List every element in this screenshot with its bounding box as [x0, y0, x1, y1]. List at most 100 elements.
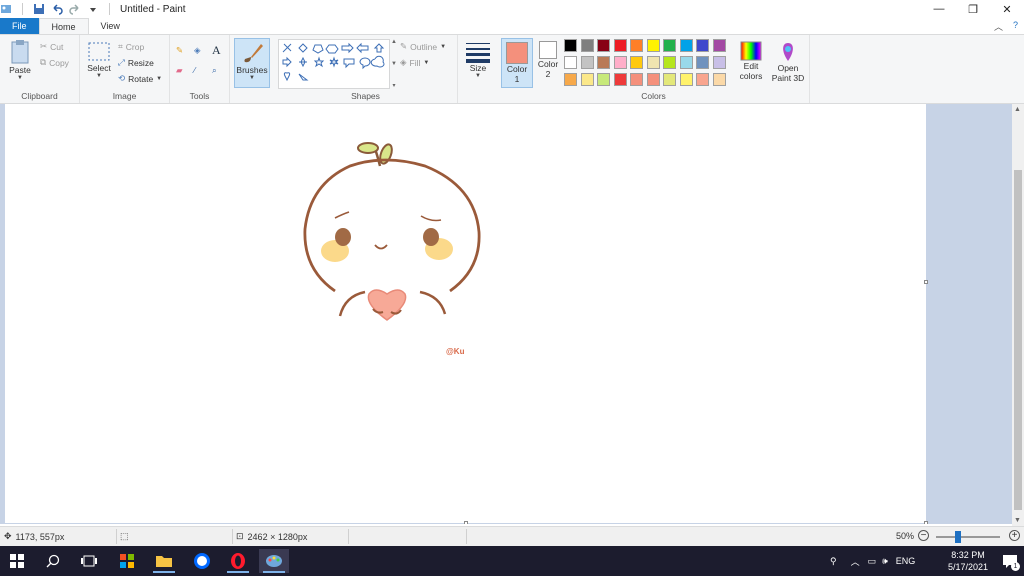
fill-tool[interactable]: ◈	[194, 45, 201, 56]
palette-color-swatch[interactable]	[597, 73, 610, 86]
palette-color-swatch[interactable]	[580, 56, 594, 69]
vertical-scrollbar[interactable]: ▲ ▼	[1012, 104, 1024, 526]
fill-button[interactable]: ◈ Fill ▼	[400, 57, 429, 68]
palette-color-swatch[interactable]	[646, 39, 660, 52]
palette-color-swatch[interactable]	[696, 56, 709, 69]
palette-color-swatch[interactable]	[597, 39, 610, 52]
color-picker-tool[interactable]: ⁄	[194, 65, 195, 75]
rotate-button[interactable]: ⟲ Rotate ▼	[118, 73, 162, 84]
color1-button[interactable]: Color 1	[501, 38, 533, 88]
paste-button[interactable]: Paste ▼	[6, 39, 34, 81]
palette-color-swatch[interactable]	[663, 73, 676, 86]
palette-color-swatch[interactable]	[679, 56, 693, 69]
zoom-in-button[interactable]: +	[1009, 530, 1020, 541]
customize-toolbar-icon[interactable]	[87, 3, 99, 15]
resize-handle-right[interactable]	[924, 280, 928, 284]
palette-color-swatch[interactable]	[679, 73, 693, 86]
palette-color-swatch[interactable]	[712, 39, 726, 52]
select-button[interactable]: Select ▼	[84, 41, 114, 79]
zoom-slider-thumb[interactable]	[955, 531, 962, 543]
copy-button[interactable]: ⧉ Copy	[40, 57, 69, 68]
undo-icon[interactable]	[51, 3, 63, 15]
windows-logo-icon	[10, 554, 24, 568]
palette-color-swatch[interactable]	[696, 39, 709, 52]
palette-color-swatch[interactable]	[663, 39, 676, 52]
tab-home[interactable]: Home	[38, 18, 89, 34]
show-hidden-icons-icon[interactable]: ︿	[851, 555, 860, 568]
palette-color-swatch[interactable]	[613, 39, 627, 52]
edit-colors-button[interactable]: Edit colors	[734, 41, 768, 81]
text-tool[interactable]: A	[212, 43, 221, 58]
zoom-slider[interactable]	[936, 531, 1000, 543]
outline-dropdown-icon: ▼	[440, 43, 447, 50]
outline-button[interactable]: ✎ Outline ▼	[400, 41, 446, 52]
zoom-out-button[interactable]: −	[918, 530, 929, 541]
palette-color-swatch[interactable]	[630, 56, 643, 69]
drawing-canvas[interactable]: @Ku	[5, 104, 928, 524]
taskbar-zalo[interactable]	[187, 549, 217, 573]
paint3d-line2: Paint 3D	[771, 73, 805, 83]
palette-color-swatch[interactable]	[564, 73, 577, 86]
palette-color-swatch[interactable]	[712, 56, 726, 69]
collapse-ribbon-icon[interactable]: ︿	[994, 20, 1003, 33]
taskbar-paint[interactable]	[259, 549, 289, 573]
task-view-button[interactable]	[74, 549, 104, 573]
palette-color-swatch[interactable]	[630, 73, 643, 86]
palette-color-swatch[interactable]	[630, 39, 643, 52]
open-paint3d-button[interactable]: Open Paint 3D	[768, 41, 808, 83]
close-button[interactable]: ✕	[990, 0, 1024, 18]
magnifier-tool[interactable]: ⌕	[212, 65, 217, 76]
language-indicator[interactable]: ENG	[896, 556, 916, 566]
cursor-position: ✥ 1173, 557px	[4, 531, 64, 542]
taskbar-file-explorer[interactable]	[149, 549, 179, 573]
paint-app-icon[interactable]	[0, 3, 12, 15]
volume-icon[interactable]: 🕪	[882, 556, 888, 567]
shapes-gallery[interactable]	[278, 39, 390, 89]
colors-group-label: Colors	[641, 91, 666, 101]
palette-color-swatch[interactable]	[646, 56, 660, 69]
tab-file[interactable]: File	[0, 18, 39, 34]
palette-color-swatch[interactable]	[712, 73, 726, 86]
cut-button[interactable]: ✂ Cut	[40, 41, 63, 52]
crop-button[interactable]: ⌗ Crop	[118, 41, 144, 52]
palette-color-swatch[interactable]	[564, 56, 577, 69]
eraser-tool[interactable]: ▰	[176, 65, 183, 76]
palette-color-swatch[interactable]	[696, 73, 709, 86]
palette-color-swatch[interactable]	[613, 56, 627, 69]
clock[interactable]: 8:32 PM 5/17/2021	[948, 549, 988, 573]
start-button[interactable]	[2, 549, 32, 573]
redo-icon[interactable]	[69, 3, 81, 15]
scrollbar-thumb[interactable]	[1014, 170, 1022, 510]
notifications-button[interactable]: 1	[1002, 553, 1020, 571]
fill-dropdown-icon: ▼	[423, 59, 430, 66]
divider	[466, 529, 467, 544]
tab-view[interactable]: View	[89, 18, 132, 34]
palette-color-swatch[interactable]	[679, 39, 693, 52]
palette-color-swatch[interactable]	[613, 73, 627, 86]
palette-color-swatch[interactable]	[580, 39, 594, 52]
scroll-down-arrow-icon[interactable]: ▼	[1014, 517, 1021, 524]
palette-color-swatch[interactable]	[646, 73, 660, 86]
battery-icon[interactable]: ▭	[868, 556, 877, 567]
help-icon[interactable]: ?	[1013, 20, 1018, 33]
save-icon[interactable]	[33, 3, 45, 15]
brushes-button[interactable]: Brushes ▼	[234, 38, 270, 88]
taskbar-app-store[interactable]	[112, 549, 142, 573]
color2-button[interactable]: Color 2	[536, 41, 560, 79]
people-icon[interactable]: ⚲	[830, 556, 837, 567]
shapes-gallery-scroll[interactable]: ▲ ▼ ▾	[390, 39, 398, 89]
resize-button[interactable]: ⤢ Resize	[118, 57, 154, 68]
palette-color-swatch[interactable]	[564, 39, 577, 52]
taskbar-opera[interactable]	[223, 549, 253, 573]
search-button[interactable]	[38, 549, 68, 573]
restore-button[interactable]: ❐	[956, 0, 990, 18]
pencil-tool[interactable]: ✎	[176, 45, 183, 56]
palette-color-swatch[interactable]	[597, 56, 610, 69]
palette-color-swatch[interactable]	[663, 56, 676, 69]
palette-color-swatch[interactable]	[580, 73, 594, 86]
resize-handle-corner[interactable]	[924, 521, 928, 524]
size-button[interactable]: Size ▼	[464, 41, 492, 79]
resize-handle-bottom[interactable]	[464, 521, 468, 524]
scroll-up-arrow-icon[interactable]: ▲	[1014, 106, 1021, 113]
minimize-button[interactable]: —	[922, 0, 956, 18]
